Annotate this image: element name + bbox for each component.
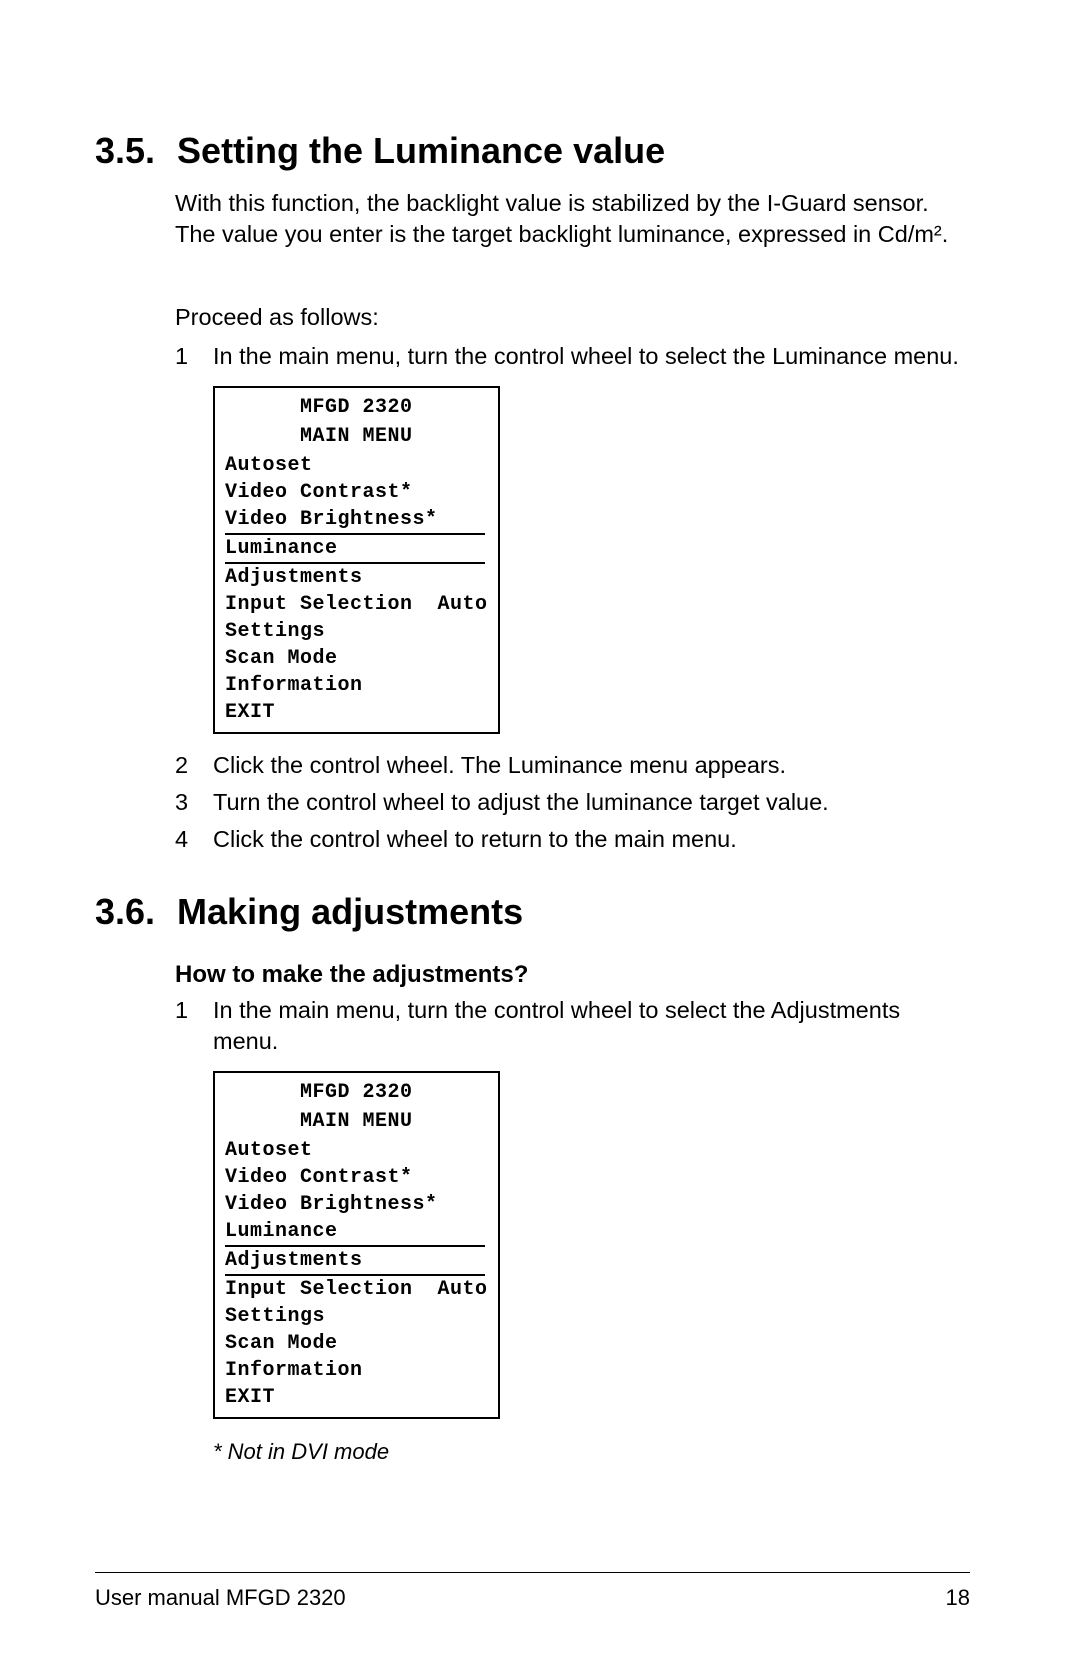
menu-item-exit: EXIT (225, 699, 488, 726)
step-1: 1 In the main menu, turn the control whe… (175, 995, 970, 1057)
step-number: 1 (175, 995, 197, 1026)
menu-item-settings: Settings (225, 1303, 488, 1330)
section-3-6-subheading: How to make the adjustments? (175, 961, 970, 989)
menu-item-video-contrast: Video Contrast* (225, 1164, 488, 1191)
menu-item-adjustments-selected: Adjustments (225, 1245, 488, 1276)
step-number: 1 (175, 341, 197, 372)
section-title: Making adjustments (177, 891, 523, 933)
menu-product: MFGD 2320 (225, 1079, 488, 1106)
section-title: Setting the Luminance value (177, 130, 665, 172)
page-footer: User manual MFGD 2320 18 (95, 1585, 970, 1611)
menu-title: MAIN MENU (225, 423, 488, 450)
step-number: 4 (175, 824, 197, 855)
menu-item-video-brightness: Video Brightness* (225, 506, 488, 533)
menu-item-adjustments: Adjustments (225, 1245, 485, 1276)
menu-item-luminance: Luminance (225, 533, 485, 564)
step-text: In the main menu, turn the control wheel… (213, 995, 970, 1057)
step-2: 2 Click the control wheel. The Luminance… (175, 750, 970, 781)
step-3: 3 Turn the control wheel to adjust the l… (175, 787, 970, 818)
steps-list-35: 1 In the main menu, turn the control whe… (175, 341, 970, 855)
document-page: 3.5. Setting the Luminance value With th… (0, 0, 1080, 1669)
proceed-label: Proceed as follows: (175, 302, 970, 333)
menu-item-input-selection: Input Selection Auto (225, 591, 488, 618)
footer-separator (95, 1572, 970, 1573)
menu-item-scan-mode: Scan Mode (225, 1330, 488, 1357)
menu-item-settings: Settings (225, 618, 488, 645)
steps-list-36: 1 In the main menu, turn the control whe… (175, 995, 970, 1429)
intro-paragraph: With this function, the backlight value … (175, 188, 970, 250)
menu-item-exit: EXIT (225, 1384, 488, 1411)
footer-left: User manual MFGD 2320 (95, 1585, 346, 1611)
step-text: Click the control wheel to return to the… (213, 824, 970, 855)
section-3-6-body: 1 In the main menu, turn the control whe… (175, 995, 970, 1429)
main-menu-box-luminance: MFGD 2320 MAIN MENU Autoset Video Contra… (213, 386, 500, 734)
footer-page-number: 18 (946, 1585, 970, 1611)
dvi-mode-footnote: * Not in DVI mode (213, 1439, 970, 1465)
menu-item-video-contrast: Video Contrast* (225, 479, 488, 506)
section-3-6-heading: 3.6. Making adjustments (95, 891, 970, 933)
step-4: 4 Click the control wheel to return to t… (175, 824, 970, 855)
step-1: 1 In the main menu, turn the control whe… (175, 341, 970, 372)
section-3-5-body: With this function, the backlight value … (175, 188, 970, 855)
menu-item-information: Information (225, 1357, 488, 1384)
step-number: 3 (175, 787, 197, 818)
step-number: 2 (175, 750, 197, 781)
menu-product: MFGD 2320 (225, 394, 488, 421)
section-3-5-heading: 3.5. Setting the Luminance value (95, 130, 970, 172)
menu-item-luminance-selected: Luminance (225, 533, 488, 564)
section-number: 3.6. (95, 891, 155, 933)
menu-item-adjustments: Adjustments (225, 564, 488, 591)
menu-item-luminance: Luminance (225, 1218, 488, 1245)
menu-item-video-brightness: Video Brightness* (225, 1191, 488, 1218)
section-number: 3.5. (95, 130, 155, 172)
menu-item-autoset: Autoset (225, 452, 488, 479)
step-text: In the main menu, turn the control wheel… (213, 341, 970, 372)
menu-item-input-selection: Input Selection Auto (225, 1276, 488, 1303)
menu-item-information: Information (225, 672, 488, 699)
step-text: Turn the control wheel to adjust the lum… (213, 787, 970, 818)
main-menu-box-adjustments: MFGD 2320 MAIN MENU Autoset Video Contra… (213, 1071, 500, 1419)
step-text: Click the control wheel. The Luminance m… (213, 750, 970, 781)
menu-item-autoset: Autoset (225, 1137, 488, 1164)
menu-title: MAIN MENU (225, 1108, 488, 1135)
menu-item-scan-mode: Scan Mode (225, 645, 488, 672)
